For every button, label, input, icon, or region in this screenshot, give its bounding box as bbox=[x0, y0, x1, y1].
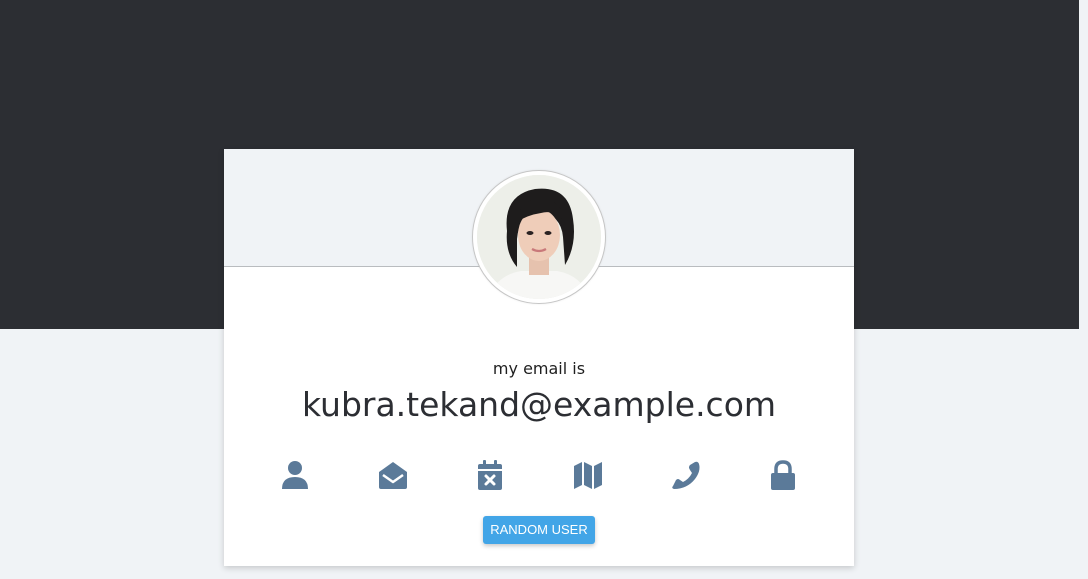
map-icon[interactable] bbox=[572, 459, 604, 491]
info-label: my email is bbox=[492, 359, 586, 378]
envelope-open-icon[interactable] bbox=[377, 459, 409, 491]
phone-icon[interactable] bbox=[669, 459, 701, 491]
lock-icon[interactable] bbox=[767, 459, 799, 491]
user-icon[interactable] bbox=[279, 459, 311, 491]
avatar bbox=[472, 170, 606, 304]
avatar-photo bbox=[477, 175, 601, 299]
calendar-x-icon[interactable] bbox=[474, 459, 506, 491]
info-value: kubra.tekand@example.com bbox=[301, 385, 777, 424]
info-icon-bar bbox=[224, 459, 854, 491]
random-user-button[interactable]: RANDOM USER bbox=[483, 516, 595, 544]
user-card: my email is kubra.tekand@example.com RAN… bbox=[224, 149, 854, 566]
